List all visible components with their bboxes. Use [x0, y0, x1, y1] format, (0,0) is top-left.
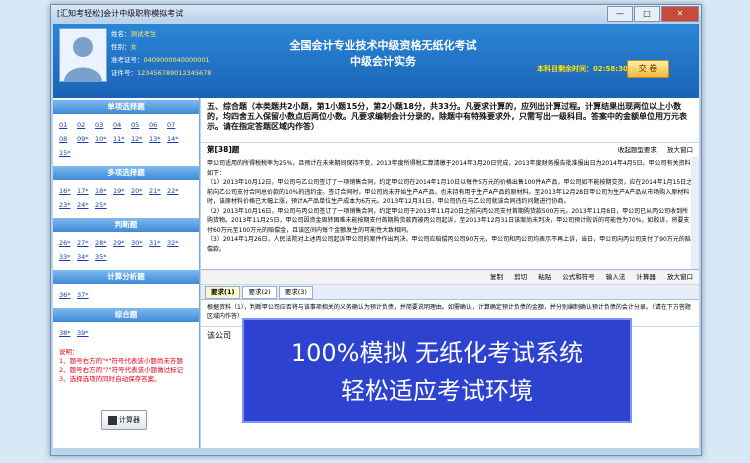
question-list-comprehensive: 38* 39* [53, 322, 199, 344]
question-link[interactable]: 03 [95, 118, 113, 132]
window-titlebar: [汇知考轻松]会计中级职称模拟考试 — □ ✕ [51, 5, 701, 23]
question-link[interactable]: 22* [167, 184, 185, 198]
question-link[interactable]: 39* [77, 326, 95, 340]
question-link[interactable]: 08 [59, 132, 77, 146]
timer-value: 02:58:30 [593, 65, 628, 73]
question-link[interactable]: 09* [77, 132, 95, 146]
question-list-multi: 16* 17* 18* 19* 20* 21* 22* 23* 24* 25* [53, 180, 199, 216]
window-controls: — □ ✕ [607, 6, 699, 22]
question-link[interactable]: 36* [59, 288, 77, 302]
question-link[interactable]: 30* [131, 236, 149, 250]
exam-title: 全国会计专业技术中级资格无纸化考试 中级会计实务 [289, 39, 477, 68]
paste-button[interactable]: 粘贴 [538, 273, 551, 281]
answer-toolbar: 复制 剪切 粘贴 公式和符号 输入法 计算器 放大窗口 [201, 270, 699, 285]
question-link[interactable]: 32* [167, 236, 185, 250]
input-method-button[interactable]: 输入法 [606, 273, 626, 281]
navigator-legend: 说明： 1、题号右方的"*"符号代表该小题尚未答题 2、题号右方的"?"符号代表… [59, 348, 184, 383]
requirement-tabs: 要求(1) 要求(2) 要求(3) [201, 285, 699, 300]
banner-line-2: 轻松适应考试环境 [341, 377, 533, 405]
question-link[interactable]: 10* [95, 132, 113, 146]
tab-requirement-2[interactable]: 要求(2) [242, 286, 277, 299]
question-link[interactable]: 06 [149, 118, 167, 132]
question-link[interactable]: 17* [77, 184, 95, 198]
question-link[interactable]: 27* [77, 236, 95, 250]
close-button[interactable]: ✕ [661, 6, 699, 22]
question-link[interactable]: 13* [149, 132, 167, 146]
window-title: [汇知考轻松]会计中级职称模拟考试 [57, 9, 184, 18]
section-calculation: 计算分析题 [53, 270, 199, 284]
section-single-choice: 单项选择题 [53, 100, 199, 114]
question-link[interactable]: 04 [113, 118, 131, 132]
question-link[interactable]: 34* [77, 250, 95, 264]
toolbar-enlarge-button[interactable]: 放大窗口 [667, 273, 693, 281]
candidate-ticket: 0409000040000001 [143, 56, 210, 64]
question-link[interactable]: 01 [59, 118, 77, 132]
question-link[interactable]: 02 [77, 118, 95, 132]
question-link[interactable]: 23* [59, 198, 77, 212]
question-link[interactable]: 31* [149, 236, 167, 250]
question-link[interactable]: 37* [77, 288, 95, 302]
question-link[interactable]: 25* [95, 198, 113, 212]
question-link[interactable]: 19* [113, 184, 131, 198]
question-link[interactable]: 12* [131, 132, 149, 146]
cut-button[interactable]: 剪切 [514, 273, 527, 281]
section-comprehensive: 综合题 [53, 308, 199, 322]
promo-banner: 100%模拟 无纸化考试系统 轻松适应考试环境 [242, 318, 632, 423]
candidate-photo [59, 28, 107, 82]
calculator-button[interactable]: 计算器 [101, 410, 147, 430]
candidate-name: 测试考生 [130, 30, 157, 38]
question-link[interactable]: 07 [167, 118, 185, 132]
collapse-requirements-button[interactable]: 收起题型要求 [618, 146, 657, 154]
question-link[interactable]: 05 [131, 118, 149, 132]
minimize-button[interactable]: — [607, 6, 633, 22]
question-link[interactable]: 11* [113, 132, 131, 146]
question-link[interactable]: 21* [149, 184, 167, 198]
section-true-false: 判断题 [53, 218, 199, 232]
formula-symbol-button[interactable]: 公式和符号 [562, 273, 595, 281]
question-list-single: 01 02 03 04 05 06 07 08 09* 10* 11* 12* 13* 14* 15* [53, 114, 199, 164]
tab-requirement-3[interactable]: 要求(3) [278, 286, 313, 299]
avatar-icon [60, 29, 106, 81]
tab-requirement-1[interactable]: 要求(1) [205, 286, 241, 299]
question-link[interactable]: 38* [59, 326, 77, 340]
question-link[interactable]: 15* [59, 146, 77, 160]
question-link[interactable]: 24* [77, 198, 95, 212]
question-number: 第[38]题 [207, 145, 240, 154]
question-list-judge: 26* 27* 28* 29* 30* 31* 32* 33* 34* 35* [53, 232, 199, 268]
question-link[interactable]: 14* [167, 132, 185, 146]
question-list-calc: 36* 37* [53, 284, 199, 306]
question-link[interactable]: 28* [95, 236, 113, 250]
exam-header: 姓名：测试考生 性别：女 准考证号：0409000040000001 证件号：1… [53, 24, 699, 98]
question-link[interactable]: 26* [59, 236, 77, 250]
remaining-time: 本科目剩余时间：02:58:30 [537, 65, 628, 73]
question-link[interactable]: 33* [59, 250, 77, 264]
question-link[interactable]: 20* [131, 184, 149, 198]
question-link[interactable]: 18* [95, 184, 113, 198]
question-stem: 甲公司适用的所得税税率为25%，且预计在未来期间保持不变，2013年度所得税汇算… [201, 157, 699, 270]
toolbar-calculator-button[interactable]: 计算器 [636, 273, 656, 281]
candidate-id: 123456789012345678 [137, 69, 212, 77]
stem-scrollbar[interactable] [691, 157, 699, 269]
section-instructions: 五、综合题（本类题共2小题，第1小题15分，第2小题18分，共33分。凡要求计算… [201, 98, 699, 143]
question-link[interactable]: 29* [113, 236, 131, 250]
copy-button[interactable]: 复制 [490, 273, 503, 281]
question-link[interactable]: 35* [95, 250, 113, 264]
question-header: 第[38]题 收起题型要求 放大窗口 [201, 143, 699, 157]
section-multi-choice: 多项选择题 [53, 166, 199, 180]
candidate-info: 姓名：测试考生 性别：女 准考证号：0409000040000001 证件号：1… [111, 30, 212, 77]
candidate-gender: 女 [130, 43, 138, 51]
calculator-icon [108, 415, 117, 425]
question-navigator: 单项选择题 01 02 03 04 05 06 07 08 09* 10* 11* 12* 13* 14*… [53, 98, 200, 448]
banner-line-1: 100%模拟 无纸化考试系统 [290, 339, 584, 367]
submit-exam-button[interactable]: 交 卷 [627, 60, 669, 78]
enlarge-window-button[interactable]: 放大窗口 [667, 146, 693, 154]
toolbar-items: 复制 剪切 粘贴 公式和符号 输入法 计算器 放大窗口 [481, 270, 693, 284]
question-link[interactable]: 16* [59, 184, 77, 198]
maximize-button[interactable]: □ [634, 6, 660, 22]
question-tools: 收起题型要求 放大窗口 [610, 143, 693, 157]
